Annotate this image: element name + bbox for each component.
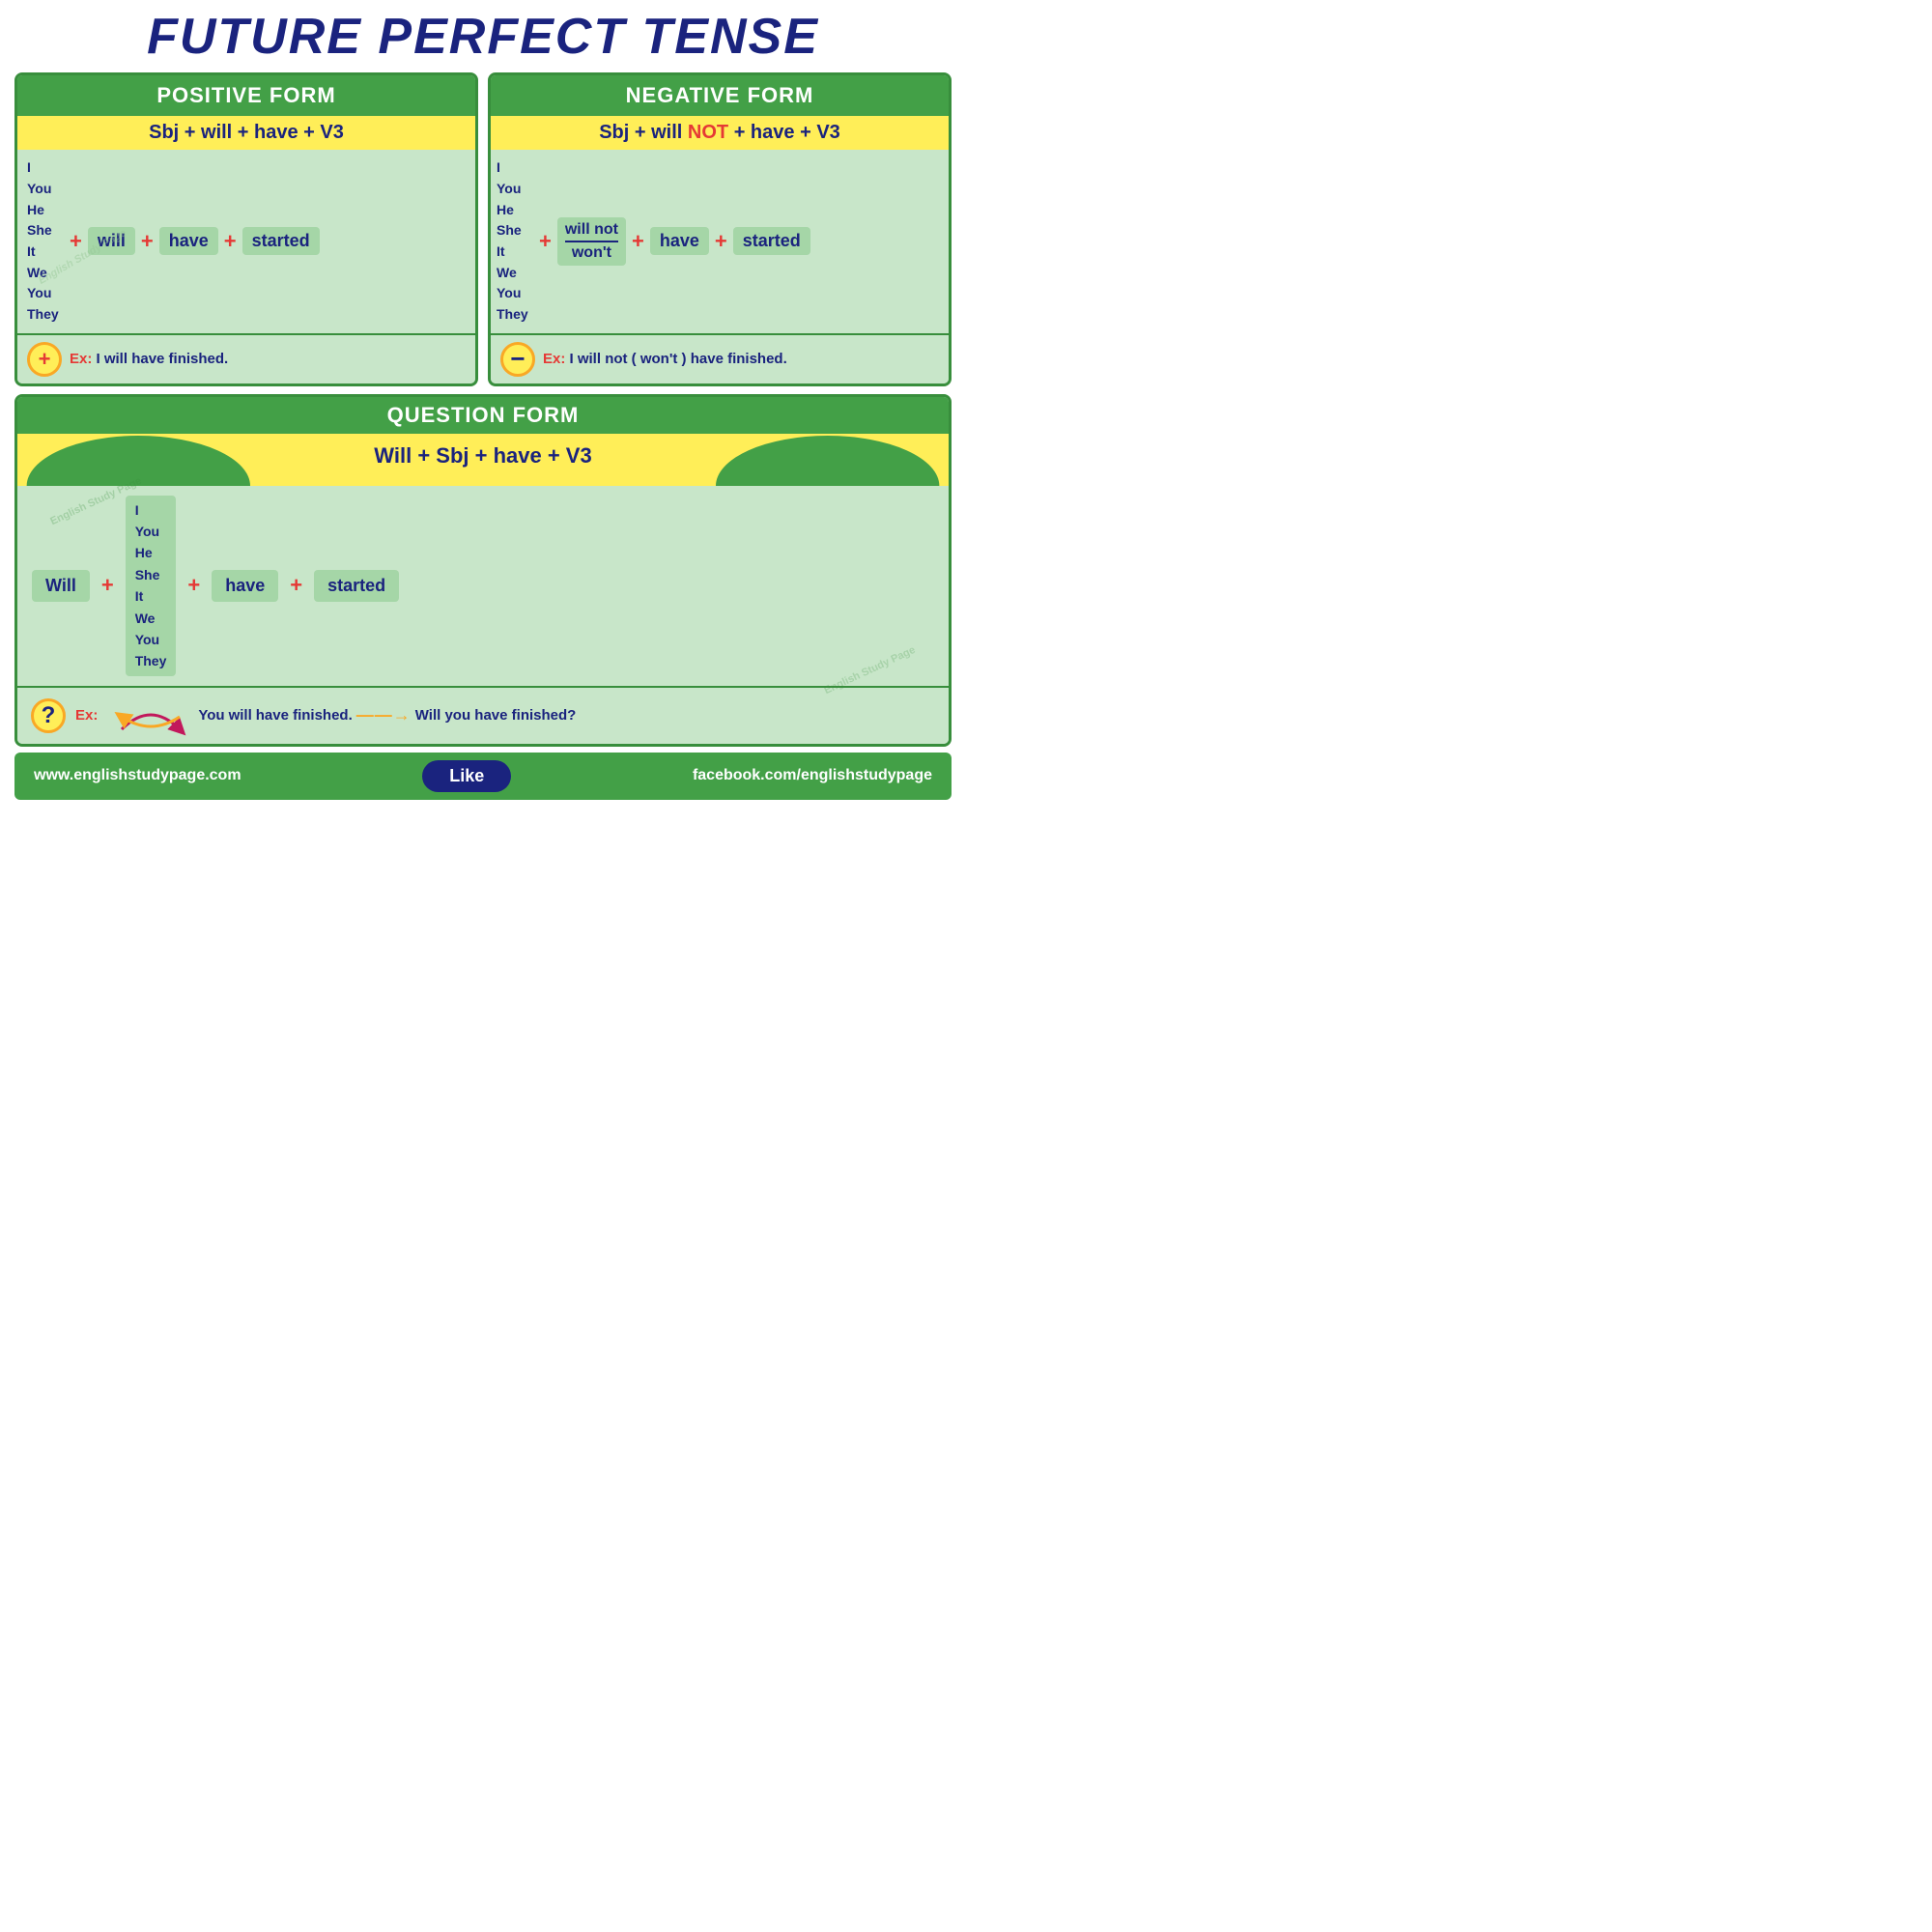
negative-plus1: +: [537, 229, 554, 254]
positive-plus3: +: [222, 229, 239, 254]
negative-formula-bar: Sbj + will NOT + have + V3: [491, 116, 949, 150]
arrow-decoration: [107, 696, 194, 736]
page: FUTURE PERFECT TENSE POSITIVE FORM Sbj +…: [0, 0, 966, 966]
footer-bar: www.englishstudypage.com Like facebook.c…: [14, 753, 952, 800]
question-ex-label: Ex:: [75, 707, 98, 724]
positive-plus2: +: [139, 229, 156, 254]
negative-formula-not: NOT: [688, 122, 728, 143]
forms-row: POSITIVE FORM Sbj + will + have + V3 Eng…: [14, 72, 952, 386]
question-example-area: You will have finished. ——→ Will you hav…: [107, 696, 576, 736]
negative-started: started: [733, 227, 810, 255]
positive-will: will: [88, 227, 135, 255]
negative-formula-start: Sbj + will: [599, 122, 688, 143]
question-have: have: [212, 570, 278, 602]
dashed-arrow: ——→: [356, 705, 412, 725]
question-example-bar: ? Ex:: [17, 686, 949, 744]
question-example-you: You: [198, 707, 224, 724]
positive-circle: +: [27, 342, 62, 377]
question-header-text: QUESTION FORM: [387, 403, 580, 427]
negative-circle: −: [500, 342, 535, 377]
question-ex-label-text: Ex:: [75, 707, 98, 724]
negative-wont: won't: [572, 244, 611, 262]
positive-form-box: POSITIVE FORM Sbj + will + have + V3 Eng…: [14, 72, 478, 386]
question-pronouns: IYouHeSheItWeYouThey: [126, 496, 177, 676]
negative-form-box: NEGATIVE FORM Sbj + will NOT + have + V3…: [488, 72, 952, 386]
question-form-header: QUESTION FORM: [17, 397, 949, 434]
swap-arrows: [107, 696, 194, 736]
positive-formula-bar: Sbj + will + have + V3: [17, 116, 475, 150]
question-example-will: will: [229, 707, 252, 724]
negative-pronouns: IYouHeSheItWeYouThey: [497, 157, 533, 326]
question-form-box: QUESTION FORM Will + Sbj + have + V3 Eng…: [14, 394, 952, 747]
question-answer: Will you have finished?: [415, 707, 577, 724]
negative-willnot-cell: will not won't: [557, 217, 626, 266]
question-plus1: +: [99, 573, 116, 598]
question-started: started: [314, 570, 399, 602]
negative-header-text: NEGATIVE FORM: [626, 83, 814, 107]
question-will: Will: [32, 570, 90, 602]
negative-example-bar: − Ex: I will not ( won't ) have finished…: [491, 333, 949, 384]
negative-formula-end: + have + V3: [728, 122, 840, 143]
positive-header-text: POSITIVE FORM: [156, 83, 335, 107]
positive-pronouns: IYouHeSheItWeYouThey: [27, 157, 64, 326]
main-title: FUTURE PERFECT TENSE: [14, 10, 952, 65]
positive-form-content: English Study Page IYouHeSheItWeYouThey …: [17, 150, 475, 333]
negative-example: I will not ( won't ) have finished.: [570, 351, 787, 367]
question-content: English Study Page Will + IYouHeSheItWeY…: [17, 486, 949, 686]
negative-formula-text: Sbj + will NOT + have + V3: [599, 122, 840, 143]
positive-example-text: Ex: I will have finished.: [70, 351, 228, 367]
positive-example-bar: + Ex: I will have finished.: [17, 333, 475, 384]
negative-form-content: IYouHeSheItWeYouThey + will not won't + …: [491, 150, 949, 333]
negative-ex-label: Ex:: [543, 351, 565, 367]
positive-ex-label: Ex:: [70, 351, 92, 367]
positive-have: have: [159, 227, 218, 255]
negative-will-not: will not: [565, 221, 618, 242]
positive-plus1: +: [68, 229, 84, 254]
positive-formula-text: Sbj + will + have + V3: [149, 122, 344, 143]
question-plus2: +: [185, 573, 202, 598]
like-button[interactable]: Like: [422, 760, 511, 792]
negative-plus3: +: [713, 229, 729, 254]
question-plus3: +: [288, 573, 304, 598]
negative-example-text: Ex: I will not ( won't ) have finished.: [543, 351, 787, 367]
negative-have: have: [650, 227, 709, 255]
positive-started: started: [242, 227, 320, 255]
question-example-rest: have finished.: [256, 707, 353, 724]
question-circle: ?: [31, 698, 66, 733]
positive-form-header: POSITIVE FORM: [17, 75, 475, 116]
positive-example: I will have finished.: [97, 351, 229, 367]
negative-form-header: NEGATIVE FORM: [491, 75, 949, 116]
question-formula-bar: Will + Sbj + have + V3: [17, 434, 949, 486]
footer-right: facebook.com/englishstudypage: [693, 767, 932, 784]
negative-plus2: +: [630, 229, 646, 254]
footer-left: www.englishstudypage.com: [34, 767, 242, 784]
question-formula-text: Will + Sbj + have + V3: [27, 438, 939, 474]
